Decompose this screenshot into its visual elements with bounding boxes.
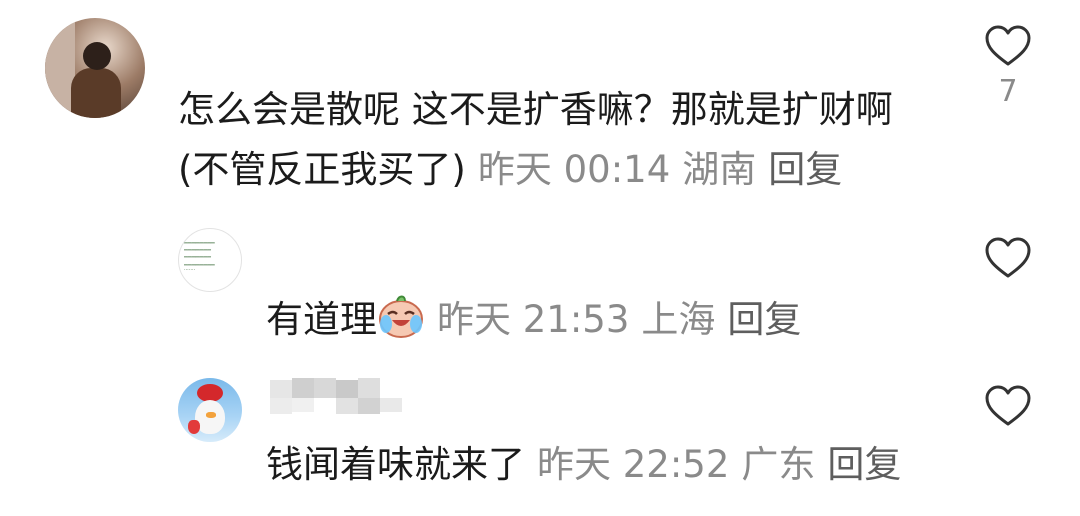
reply-button[interactable]: 回复	[727, 298, 801, 341]
reply-body[interactable]: 有道理 昨天 21:53 上海 回复	[266, 292, 801, 345]
heart-outline-icon	[985, 237, 1031, 278]
avatar-figure-head	[83, 42, 111, 70]
reply-location: 广东	[741, 443, 816, 486]
reply-button[interactable]: 回复	[768, 148, 842, 191]
username-pixelated[interactable]	[270, 378, 415, 416]
avatar[interactable]	[45, 18, 145, 118]
like-button[interactable]: 7	[982, 24, 1034, 109]
avatar-figure-body	[71, 68, 121, 118]
like-button[interactable]	[982, 384, 1034, 428]
like-count: 7	[998, 74, 1018, 109]
heart-outline-icon	[985, 25, 1031, 66]
like-button[interactable]	[982, 236, 1034, 280]
avatar[interactable]	[178, 378, 242, 442]
laughing-crying-emoji-icon	[377, 292, 425, 338]
reply-time: 昨天 22:52	[537, 443, 730, 486]
avatar-text-art: ▁▁▁▁▁▁▁▁ ▁▁▁▁▁▁▁ ▁▁▁▁▁▁▁ ▁▁▁▁▁▁▁▁ ······…	[184, 238, 215, 273]
heart-outline-icon	[985, 385, 1031, 426]
reply-text: 有道理	[266, 298, 377, 341]
comment-location: 湖南	[682, 148, 757, 191]
comment-time: 昨天 00:14	[477, 148, 671, 191]
reply-button[interactable]: 回复	[827, 443, 901, 486]
reply-body[interactable]: 钱闻着味就来了 昨天 22:52 广东 回复	[266, 440, 901, 490]
reply-location: 上海	[641, 298, 716, 341]
avatar-strawberry	[188, 420, 200, 434]
reply-time: 昨天 21:53	[437, 298, 630, 341]
avatar[interactable]: ▁▁▁▁▁▁▁▁ ▁▁▁▁▁▁▁ ▁▁▁▁▁▁▁ ▁▁▁▁▁▁▁▁ ······…	[178, 228, 242, 292]
avatar-beak	[206, 412, 216, 418]
reply-text: 钱闻着味就来了	[266, 443, 525, 486]
comment-body[interactable]: 怎么会是散呢 这不是扩香嘛？那就是扩财啊 (不管反正我买了) 昨天 00:14 湖南…	[178, 80, 913, 200]
